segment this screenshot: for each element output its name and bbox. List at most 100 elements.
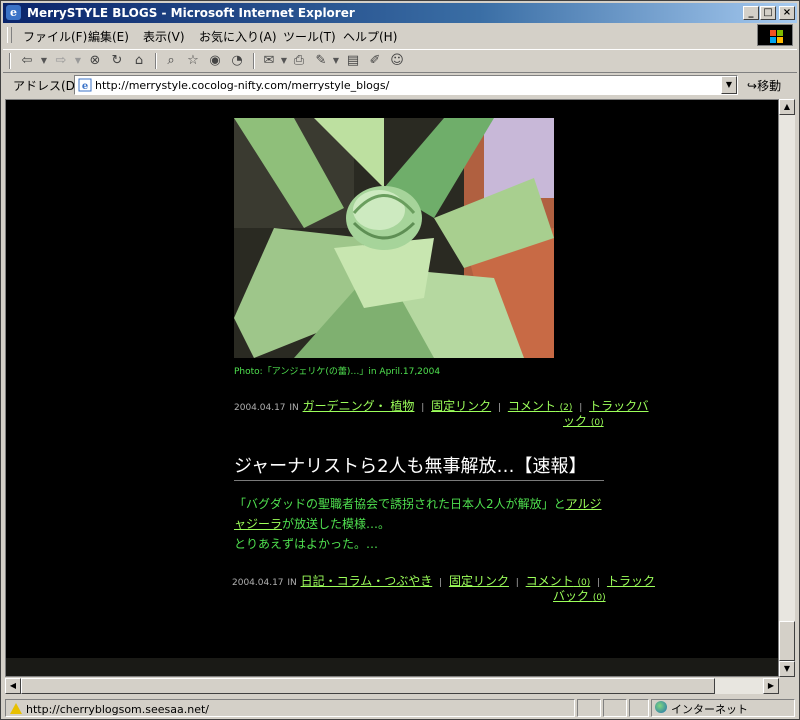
address-label: アドレス(D) (13, 79, 80, 93)
back-dropdown-icon[interactable]: ▼ (39, 52, 49, 70)
warning-icon (10, 703, 22, 714)
trackback-link-wrap[interactable]: ック (0) (563, 414, 604, 428)
status-cell (629, 699, 649, 717)
search-icon[interactable]: ⌕ (161, 52, 181, 70)
edit-dropdown-icon[interactable]: ▼ (331, 52, 341, 70)
category-link[interactable]: 日記・コラム・つぶやき (301, 574, 433, 588)
comments-label: コメント (525, 574, 574, 588)
trackback-label-wrap: ック (563, 414, 588, 428)
globe-icon (655, 701, 667, 713)
go-button[interactable]: ↪移動 (747, 77, 781, 94)
page-footer-strip (6, 658, 778, 676)
tulip-photo[interactable] (234, 118, 554, 358)
trackback-link[interactable]: トラック (607, 574, 655, 588)
trackback-count: (0) (592, 593, 606, 603)
media-icon[interactable]: ◉ (205, 52, 225, 70)
scroll-left-button[interactable]: ◀ (5, 678, 21, 694)
refresh-icon[interactable]: ↻ (107, 52, 127, 70)
post-body-text: が放送した模様…。 (282, 517, 391, 531)
trackback-link[interactable]: トラックバ (589, 399, 648, 413)
menu-edit[interactable]: 編集(E) (88, 28, 129, 45)
trackback-link-wrap[interactable]: バック (0) (553, 589, 606, 603)
post-body: 「バグダッドの聖職者協会で誘拐された日本人2人が解放」とアルジャジーラが放送した… (234, 494, 604, 554)
menu-file[interactable]: ファイル(F) (23, 28, 87, 45)
forward-icon[interactable]: ⇨ (51, 52, 71, 70)
toolbar-separator (253, 53, 255, 69)
menu-favorites[interactable]: お気に入り(A) (199, 28, 277, 45)
footer-divider: | (497, 403, 501, 413)
status-text: http://cherryblogsom.seesaa.net/ (26, 703, 210, 716)
menu-view[interactable]: 表示(V) (143, 28, 185, 45)
scroll-right-button[interactable]: ▶ (763, 678, 779, 694)
trackback-count: (0) (590, 418, 604, 428)
comments-link[interactable]: コメント (0) (526, 574, 591, 588)
research-icon[interactable]: ✐ (365, 52, 385, 70)
window-title: MerrySTYLE BLOGS - Microsoft Internet Ex… (27, 6, 355, 20)
toolbar-separator (155, 53, 157, 69)
page-viewport[interactable]: Photo:「アンジェリケ(の蕾)…」in April.17,2004 2004… (5, 99, 779, 677)
minimize-button[interactable]: _ (743, 6, 759, 20)
zone-label: インターネット (671, 703, 748, 716)
standard-toolbar: ⇦ ▼ ⇨ ▼ ⊗ ↻ ⌂ ⌕ ☆ ◉ ◔ ✉ ▼ ⎙ ✎ ▼ ▤ ✐ ☺ (3, 49, 797, 73)
forward-dropdown-icon[interactable]: ▼ (73, 52, 83, 70)
title-bar[interactable]: e MerrySTYLE BLOGS - Microsoft Internet … (3, 3, 797, 23)
permalink-link[interactable]: 固定リンク (431, 399, 491, 413)
scroll-down-button[interactable]: ▼ (779, 661, 795, 677)
windows-logo-icon (757, 24, 793, 46)
permalink-link[interactable]: 固定リンク (449, 574, 509, 588)
mail-dropdown-icon[interactable]: ▼ (279, 52, 289, 70)
address-input[interactable]: e http://merrystyle.cocolog-nifty.com/me… (74, 75, 738, 95)
category-link[interactable]: ガーデニング・ 植物 (303, 399, 415, 413)
toolbar-grip (9, 53, 11, 69)
history-icon[interactable]: ◔ (227, 52, 247, 70)
browser-window: e MerrySTYLE BLOGS - Microsoft Internet … (0, 0, 800, 720)
edit-icon[interactable]: ✎ (311, 52, 331, 70)
footer-divider: | (515, 578, 519, 588)
address-url[interactable]: http://merrystyle.cocolog-nifty.com/merr… (95, 79, 389, 92)
mail-icon[interactable]: ✉ (259, 52, 279, 70)
scroll-up-button[interactable]: ▲ (779, 99, 795, 115)
home-icon[interactable]: ⌂ (129, 52, 149, 70)
status-cell (603, 699, 627, 717)
photo-caption: Photo:「アンジェリケ(の蕾)…」in April.17,2004 (234, 367, 441, 377)
messenger-icon[interactable]: ☺ (387, 52, 407, 70)
post-in-label: IN (289, 403, 299, 413)
go-arrow-icon: ↪ (747, 79, 758, 93)
address-dropdown-button[interactable]: ▼ (721, 76, 737, 94)
discuss-icon[interactable]: ▤ (343, 52, 363, 70)
stop-icon[interactable]: ⊗ (85, 52, 105, 70)
print-icon[interactable]: ⎙ (289, 52, 309, 70)
horizontal-scrollbar[interactable]: ◀ ▶ (5, 678, 779, 694)
svg-text:e: e (82, 81, 88, 92)
footer-divider: | (421, 403, 425, 413)
post-footer-wrap: バック (0) (553, 587, 606, 604)
post-in-label: IN (287, 578, 297, 588)
close-button[interactable]: × (779, 6, 795, 20)
post-body-text: とりあえずはよかった。… (234, 537, 379, 551)
post-title[interactable]: ジャーナリストら2人も無事解放…【速報】 (234, 452, 604, 481)
menu-bar: ファイル(F) 編集(E) 表示(V) お気に入り(A) ツール(T) ヘルプ(… (3, 25, 797, 45)
post-footer-wrap: ック (0) (563, 412, 604, 429)
favorites-icon[interactable]: ☆ (183, 52, 203, 70)
trackback-label-wrap: バック (553, 589, 590, 603)
comments-label: コメント (507, 399, 556, 413)
status-bar: http://cherryblogsom.seesaa.net/ インターネット (3, 698, 797, 718)
back-icon[interactable]: ⇦ (17, 52, 37, 70)
horizontal-scroll-thumb[interactable] (21, 678, 715, 694)
menu-tools[interactable]: ツール(T) (283, 28, 336, 45)
internet-zone: インターネット (655, 701, 748, 717)
comments-link[interactable]: コメント (2) (508, 399, 573, 413)
internet-explorer-icon: e (6, 5, 21, 20)
post-body-text: 「バグダッドの聖職者協会で誘拐された日本人2人が解放」と (234, 497, 566, 511)
vertical-scrollbar[interactable]: ▲ ▼ (779, 99, 795, 677)
menu-grip[interactable] (7, 27, 12, 43)
address-bar: アドレス(D) e http://merrystyle.cocolog-nift… (3, 74, 797, 96)
menu-help[interactable]: ヘルプ(H) (343, 28, 397, 45)
go-label: 移動 (757, 79, 782, 93)
status-cell (577, 699, 601, 717)
tulip-bud-image (234, 118, 554, 358)
footer-divider: | (439, 578, 443, 588)
maximize-button[interactable]: □ (760, 6, 776, 20)
vertical-scroll-thumb[interactable] (779, 621, 795, 661)
status-text-cell: http://cherryblogsom.seesaa.net/ (5, 699, 575, 717)
